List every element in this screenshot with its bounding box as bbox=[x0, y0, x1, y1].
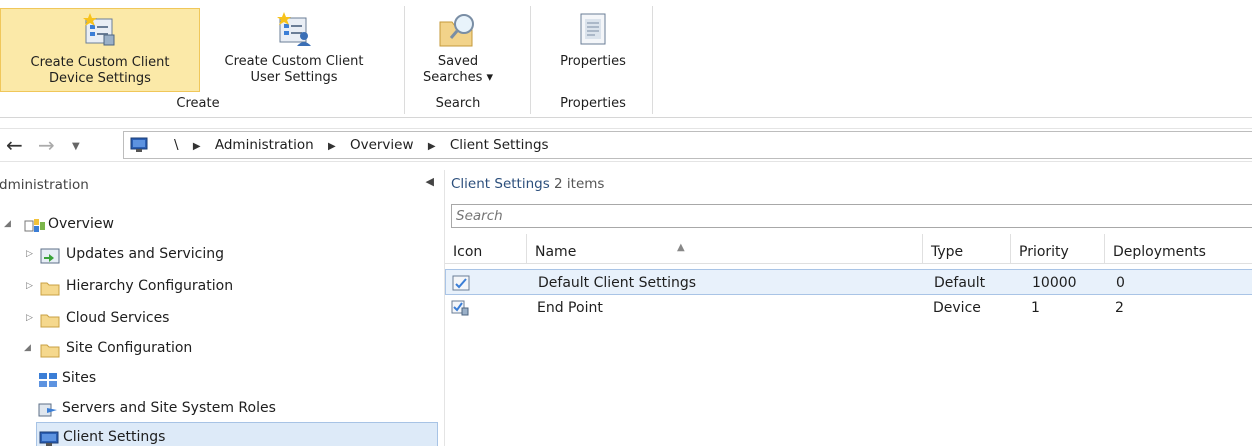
user-settings-icon bbox=[276, 12, 312, 51]
row-deployments: 0 bbox=[1116, 275, 1125, 291]
collapsed-arrow-icon[interactable]: ▷ bbox=[26, 272, 33, 300]
row-priority: 1 bbox=[1031, 300, 1040, 316]
column-header-icon[interactable]: Icon bbox=[445, 234, 527, 264]
tree-item-label: Hierarchy Configuration bbox=[66, 278, 234, 294]
tree-item-label: Client Settings bbox=[63, 429, 166, 445]
results-header: Client Settings 2 items bbox=[451, 176, 604, 192]
tree-item-label: Sites bbox=[62, 370, 97, 386]
collapse-pane-icon[interactable]: ◀ bbox=[426, 175, 434, 188]
row-priority: 10000 bbox=[1032, 275, 1077, 291]
tree-item-servers-and-site-system-roles[interactable]: Servers and Site System Roles bbox=[4, 394, 440, 422]
client-settings-icon bbox=[39, 429, 59, 446]
history-dropdown-icon[interactable]: ▼ bbox=[72, 137, 80, 157]
forward-arrow-icon[interactable]: → bbox=[38, 135, 55, 155]
device-settings-icon bbox=[82, 13, 118, 52]
grid-header: Icon ▲ Name Type Priority Deployments bbox=[445, 234, 1252, 264]
saved-searches-icon bbox=[438, 12, 478, 53]
tree-item-updates-and-servicing[interactable]: ▷ Updates and Servicing bbox=[4, 240, 440, 268]
row-deployments: 2 bbox=[1115, 300, 1124, 316]
table-row[interactable]: End Point Device 1 2 bbox=[445, 295, 1252, 321]
tree-item-label: Site Configuration bbox=[66, 340, 193, 356]
ribbon-group-label-search: Search bbox=[435, 96, 481, 111]
button-label-line1: Create Custom Client bbox=[30, 55, 170, 70]
breadcrumb-root[interactable]: \ bbox=[174, 137, 179, 153]
expanded-arrow-icon[interactable]: ◢ bbox=[24, 334, 31, 362]
create-custom-client-device-settings-button[interactable]: Create Custom Client Device Settings bbox=[0, 8, 200, 92]
tree-item-sites[interactable]: Sites bbox=[4, 364, 440, 392]
results-count: 2 items bbox=[554, 176, 605, 192]
tree-item-label: Cloud Services bbox=[66, 310, 170, 326]
sort-ascending-icon: ▲ bbox=[677, 242, 685, 253]
ribbon-group-divider bbox=[530, 6, 531, 114]
tree-item-overview[interactable]: ◢ Overview bbox=[4, 210, 440, 238]
ribbon: Create Custom Client Device Settings Cre… bbox=[0, 0, 1252, 118]
search-box[interactable] bbox=[451, 204, 1252, 228]
tree-item-client-settings[interactable]: Client Settings bbox=[36, 422, 438, 446]
address-bar[interactable]: \ ▶ Administration ▶ Overview ▶ Client S… bbox=[123, 131, 1252, 159]
button-label-line2: Searches ▾ bbox=[422, 70, 494, 85]
collapsed-arrow-icon[interactable]: ▷ bbox=[26, 304, 33, 332]
tree-item-label: Overview bbox=[48, 216, 114, 232]
ribbon-group-label-properties: Properties bbox=[560, 96, 626, 111]
ribbon-group-divider bbox=[404, 6, 405, 114]
button-label-line1: Properties bbox=[560, 54, 626, 69]
column-header-priority[interactable]: Priority bbox=[1011, 234, 1105, 264]
breadcrumb-separator-icon[interactable]: ▶ bbox=[193, 141, 201, 152]
row-type: Default bbox=[934, 275, 986, 291]
row-name: End Point bbox=[537, 300, 603, 316]
row-type: Device bbox=[933, 300, 981, 316]
tree-item-cloud-services[interactable]: ▷ Cloud Services bbox=[4, 304, 440, 332]
create-custom-client-user-settings-button[interactable]: Create Custom Client User Settings bbox=[200, 8, 388, 92]
breadcrumb-administration[interactable]: Administration bbox=[215, 137, 314, 153]
results-title: Client Settings bbox=[451, 176, 550, 192]
ribbon-group-label-create: Create bbox=[176, 96, 220, 111]
column-header-name[interactable]: ▲ Name bbox=[527, 234, 923, 264]
saved-searches-button[interactable]: Saved Searches ▾ bbox=[412, 8, 504, 92]
folder-icon bbox=[40, 278, 60, 306]
button-label-line2: User Settings bbox=[250, 70, 338, 85]
table-row[interactable]: Default Client Settings Default 10000 0 bbox=[445, 269, 1252, 295]
navigation-bar: ← → ▼ \ ▶ Administration ▶ Overview ▶ Cl… bbox=[0, 128, 1252, 162]
expanded-arrow-icon[interactable]: ◢ bbox=[4, 210, 11, 238]
ribbon-group-divider bbox=[652, 6, 653, 114]
breadcrumb-client-settings[interactable]: Client Settings bbox=[450, 137, 549, 153]
updates-icon bbox=[40, 246, 60, 274]
computer-icon bbox=[130, 137, 148, 157]
column-header-label: Name bbox=[535, 244, 577, 260]
properties-button[interactable]: Properties bbox=[540, 8, 646, 92]
breadcrumb-separator-icon[interactable]: ▶ bbox=[328, 141, 336, 152]
search-input[interactable] bbox=[452, 205, 1252, 227]
navigation-pane-header: Administration ◀ bbox=[0, 172, 440, 198]
collapsed-arrow-icon[interactable]: ▷ bbox=[26, 240, 33, 268]
button-label-line2: Device Settings bbox=[49, 71, 151, 86]
column-header-deployments[interactable]: Deployments bbox=[1105, 234, 1252, 264]
row-name: Default Client Settings bbox=[538, 275, 697, 291]
results-pane: Client Settings 2 items Icon ▲ Name Type… bbox=[444, 170, 1252, 446]
device-settings-item-icon bbox=[451, 299, 469, 325]
back-arrow-icon[interactable]: ← bbox=[6, 135, 23, 155]
tree-item-label: Servers and Site System Roles bbox=[62, 400, 276, 416]
tree-item-site-configuration[interactable]: ◢ Site Configuration bbox=[4, 334, 440, 362]
tree-item-hierarchy-configuration[interactable]: ▷ Hierarchy Configuration bbox=[4, 272, 440, 300]
workspace-title: Administration bbox=[0, 177, 89, 193]
breadcrumb-separator-icon[interactable]: ▶ bbox=[428, 141, 436, 152]
button-label-line1: Saved bbox=[437, 54, 479, 69]
properties-icon bbox=[578, 12, 608, 51]
column-header-type[interactable]: Type bbox=[923, 234, 1011, 264]
tree-item-label: Updates and Servicing bbox=[66, 246, 225, 262]
button-label-line1: Create Custom Client bbox=[224, 54, 364, 69]
breadcrumb-overview[interactable]: Overview bbox=[350, 137, 414, 153]
navigation-pane: Administration ◀ ◢ Overview ▷ Updates an… bbox=[0, 170, 440, 446]
